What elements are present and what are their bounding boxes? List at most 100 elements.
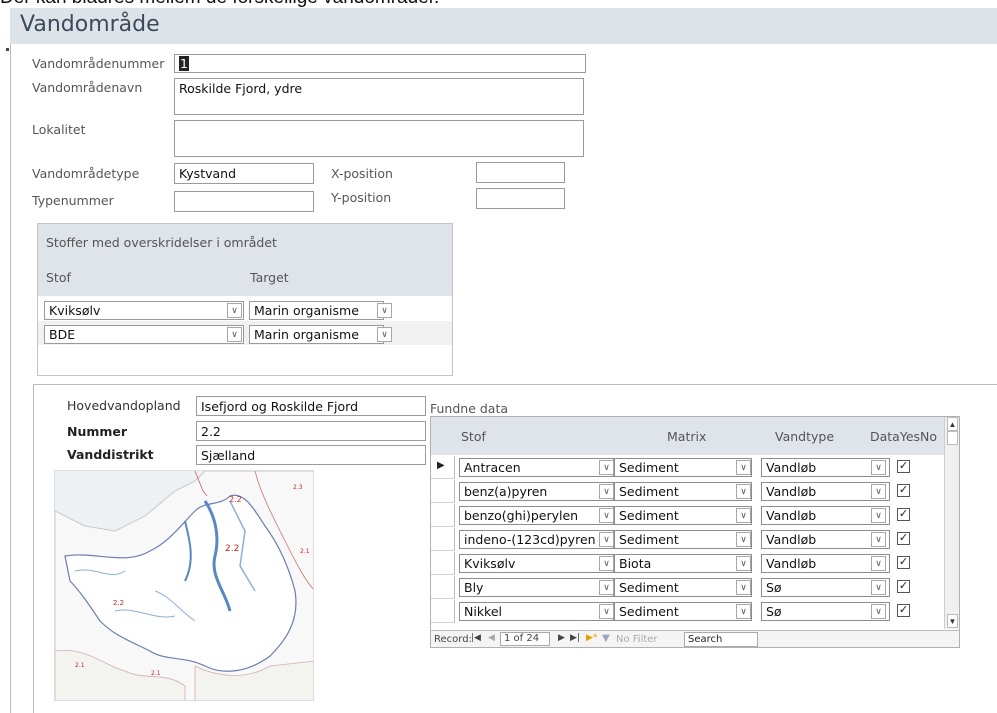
matrix-cell[interactable]: Sediment: [614, 530, 752, 549]
checkmark-icon: ✓: [898, 508, 909, 520]
vandomraadenavn-field[interactable]: Roskilde Fjord, ydre: [174, 78, 584, 115]
chevron-down-icon[interactable]: ∨: [736, 556, 751, 571]
scroll-down-icon[interactable]: ▼: [947, 614, 958, 628]
matrix-cell[interactable]: Sediment: [614, 506, 752, 525]
chevron-down-icon[interactable]: ∨: [377, 303, 392, 318]
record-selector[interactable]: [431, 600, 455, 623]
datayesno-checkbox[interactable]: ✓: [897, 484, 910, 497]
yposition-label: Y-position: [331, 190, 392, 205]
record-navigation-bar: Record: |◀ ◀ 1 of 24 ▶ ▶| ▶* ▼ No Filter…: [431, 630, 959, 647]
map-graphic: 2.2 2.3 2.2 2.1 2.2 2.1 2.1: [55, 471, 313, 700]
stof-cell[interactable]: Kviksølv: [459, 554, 614, 573]
chevron-down-icon[interactable]: ∨: [599, 556, 614, 571]
chevron-down-icon[interactable]: ∨: [377, 327, 392, 342]
stof-cell[interactable]: Antracen: [459, 458, 614, 477]
chevron-down-icon[interactable]: ∨: [736, 532, 751, 547]
record-selector[interactable]: [431, 480, 455, 503]
chevron-down-icon[interactable]: ∨: [736, 460, 751, 475]
record-selector[interactable]: [431, 552, 455, 575]
current-record-field[interactable]: 1 of 24: [500, 632, 550, 646]
vertical-scrollbar[interactable]: ▲ ▼: [944, 417, 959, 629]
chevron-down-icon[interactable]: ∨: [736, 580, 751, 595]
matrix-cell[interactable]: Sediment: [614, 458, 752, 477]
table-row: benzo(ghi)perylen ∨ Sediment ∨ Vandløb ∨ ✓: [431, 504, 944, 528]
chevron-down-icon[interactable]: ∨: [599, 604, 614, 619]
chevron-down-icon[interactable]: ∨: [736, 604, 751, 619]
record-selector[interactable]: [431, 576, 455, 599]
matrix-cell[interactable]: Sediment: [614, 482, 752, 501]
datayesno-checkbox[interactable]: ✓: [897, 604, 910, 617]
datayesno-checkbox[interactable]: ✓: [897, 532, 910, 545]
form-left-border: [10, 44, 11, 713]
chevron-down-icon[interactable]: ∨: [871, 556, 886, 571]
xposition-field[interactable]: [476, 162, 565, 183]
matrix-cell[interactable]: Biota: [614, 554, 752, 573]
matrix-cell[interactable]: Sediment: [614, 578, 752, 597]
target-combo-2[interactable]: Marin organisme: [249, 325, 384, 344]
column-stof-header[interactable]: Stof: [461, 429, 486, 444]
search-field[interactable]: Search: [684, 632, 758, 647]
overskridelser-subform: Stoffer med overskridelser i området Sto…: [37, 223, 453, 376]
lokalitet-field[interactable]: [174, 120, 584, 157]
nummer-field[interactable]: 2.2: [196, 421, 426, 441]
column-datayesno-header[interactable]: DataYesNo: [870, 429, 937, 444]
record-selector[interactable]: [431, 504, 455, 527]
vandomraadetype-field[interactable]: Kystvand: [174, 163, 314, 184]
chevron-down-icon[interactable]: ∨: [599, 508, 614, 523]
datayesno-checkbox[interactable]: ✓: [897, 508, 910, 521]
vandomraadenavn-label: Vandområdenavn: [32, 80, 143, 95]
map-label: 2.2: [225, 544, 239, 554]
yposition-field[interactable]: [476, 188, 565, 209]
new-record-icon[interactable]: ▶*: [586, 633, 597, 643]
datayesno-checkbox[interactable]: ✓: [897, 460, 910, 473]
next-record-icon[interactable]: ▶: [558, 633, 565, 643]
xposition-label: X-position: [331, 166, 393, 181]
lokalitet-label: Lokalitet: [32, 122, 86, 137]
target-combo-1[interactable]: Marin organisme: [249, 301, 384, 320]
column-target-header: Target: [250, 270, 289, 285]
table-row: Nikkel ∨ Sediment ∨ Sø ∨ ✓: [431, 600, 944, 624]
vanddistrikt-field[interactable]: Sjælland: [196, 445, 426, 465]
checkmark-icon: ✓: [898, 604, 909, 616]
datayesno-checkbox[interactable]: ✓: [897, 556, 910, 569]
stof-combo-2[interactable]: BDE: [44, 325, 244, 344]
column-matrix-header[interactable]: Matrix: [667, 429, 706, 444]
vandomraadenummer-field[interactable]: 1: [174, 54, 586, 73]
stof-cell[interactable]: Nikkel: [459, 602, 614, 621]
checkmark-icon: ✓: [898, 580, 909, 592]
first-record-icon[interactable]: |◀: [471, 633, 481, 643]
scroll-thumb[interactable]: [947, 431, 958, 445]
hovedvandopland-field[interactable]: Isefjord og Roskilde Fjord: [196, 396, 426, 416]
stof-cell[interactable]: Bly: [459, 578, 614, 597]
current-record-icon: ▶: [437, 460, 445, 471]
chevron-down-icon[interactable]: ∨: [599, 460, 614, 475]
record-marker: [6, 48, 9, 51]
stof-cell[interactable]: benz(a)pyren: [459, 482, 614, 501]
chevron-down-icon[interactable]: ∨: [871, 460, 886, 475]
chevron-down-icon[interactable]: ∨: [871, 508, 886, 523]
record-selector[interactable]: [431, 528, 455, 551]
chevron-down-icon[interactable]: ∨: [227, 303, 242, 318]
chevron-down-icon[interactable]: ∨: [871, 580, 886, 595]
scroll-up-icon[interactable]: ▲: [947, 417, 958, 431]
chevron-down-icon[interactable]: ∨: [736, 508, 751, 523]
matrix-cell[interactable]: Sediment: [614, 602, 752, 621]
chevron-down-icon[interactable]: ∨: [599, 580, 614, 595]
chevron-down-icon[interactable]: ∨: [871, 532, 886, 547]
record-selector[interactable]: ▶: [431, 456, 455, 479]
datayesno-checkbox[interactable]: ✓: [897, 580, 910, 593]
chevron-down-icon[interactable]: ∨: [599, 532, 614, 547]
no-filter-button[interactable]: No Filter: [616, 634, 658, 645]
stof-cell[interactable]: indeno-(123cd)pyren: [459, 530, 614, 549]
stof-cell[interactable]: benzo(ghi)perylen: [459, 506, 614, 525]
chevron-down-icon[interactable]: ∨: [599, 484, 614, 499]
typenummer-field[interactable]: [174, 191, 314, 212]
last-record-icon[interactable]: ▶|: [570, 633, 580, 643]
chevron-down-icon[interactable]: ∨: [871, 484, 886, 499]
chevron-down-icon[interactable]: ∨: [736, 484, 751, 499]
stof-combo-1[interactable]: Kviksølv: [44, 301, 244, 320]
previous-record-icon[interactable]: ◀: [488, 633, 495, 643]
chevron-down-icon[interactable]: ∨: [871, 604, 886, 619]
chevron-down-icon[interactable]: ∨: [227, 327, 242, 342]
column-vandtype-header[interactable]: Vandtype: [775, 429, 834, 444]
